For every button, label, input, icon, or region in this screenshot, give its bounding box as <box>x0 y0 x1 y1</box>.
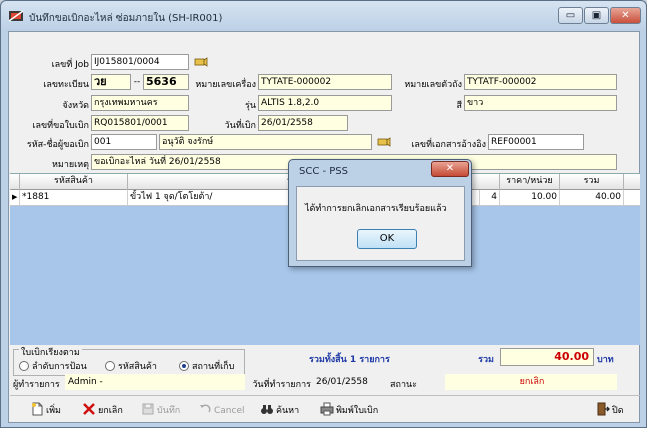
cell-code[interactable]: *1881 <box>20 190 128 205</box>
cell-price[interactable]: 10.00 <box>500 190 560 205</box>
chassis-input[interactable]: TYTATF-000002 <box>464 74 617 90</box>
dialog-body: ได้ทำการยกเลิกเอกสารเรียบร้อยแล้ว OK <box>296 186 465 261</box>
chassis-label: หมายเลขตัวถัง <box>404 80 462 90</box>
binoculars-icon <box>261 405 273 414</box>
search-button[interactable]: ค้นหา <box>260 402 299 418</box>
radio-selected-icon <box>179 361 189 371</box>
engine-label: หมายเลขเครื่อง <box>195 80 256 90</box>
radio-icon <box>105 361 115 371</box>
maximize-button[interactable]: ▣ <box>584 7 609 24</box>
cell-qty[interactable]: 4 <box>480 190 500 205</box>
hand-pointer-icon[interactable] <box>194 56 208 68</box>
cancel-button[interactable]: Cancel <box>198 402 245 418</box>
color-input[interactable]: ขาว <box>464 95 617 111</box>
note-label: หมายเหตุ <box>51 160 89 170</box>
request-date-label: วันที่เบิก <box>224 121 256 131</box>
undo-icon <box>200 404 211 413</box>
col-total[interactable]: รวม <box>560 174 624 190</box>
total-value: 40.00 <box>500 348 594 366</box>
col-price[interactable]: ราคา/หน่วย <box>500 174 560 190</box>
recorder-value: Admin - <box>65 374 245 390</box>
plate-prefix-input[interactable]: วย <box>91 74 131 90</box>
status-badge: ยกเลิก <box>445 374 617 390</box>
printer-icon <box>320 402 334 416</box>
model-label: รุ่น <box>245 101 256 111</box>
item-count: รวมทั้งสิ้น 1 รายการ <box>309 355 390 365</box>
cell-total[interactable]: 40.00 <box>560 190 624 205</box>
ok-button[interactable]: OK <box>357 229 417 249</box>
record-date-value: 26/01/2558 <box>313 374 377 390</box>
new-document-icon <box>32 402 43 416</box>
ref-input[interactable]: REF00001 <box>488 134 584 150</box>
add-button[interactable]: เพิ่ม <box>30 402 61 418</box>
toolbar: เพิ่ม ยกเลิก บันทึก Cancel ค้นหา พิมพ์ใบ… <box>10 395 640 423</box>
dialog-message: ได้ทำการยกเลิกเอกสารเรียบร้อยแล้ว <box>305 204 447 214</box>
engine-input[interactable]: TYTATE-000002 <box>258 74 392 90</box>
currency-label: บาท <box>597 355 614 365</box>
ref-label: เลขที่เอกสารอ้างอิง <box>411 140 486 150</box>
requester-label: รหัส-ชื่อผู้ขอเบิก <box>26 140 89 150</box>
sort-option-code[interactable]: รหัสสินค้า <box>105 359 157 373</box>
record-date-label: วันที่ทำรายการ <box>252 380 311 390</box>
save-icon <box>142 403 154 415</box>
hand-pointer-icon[interactable] <box>377 136 391 148</box>
job-input[interactable]: IJ015801/0004 <box>91 54 189 70</box>
dialog-close-button[interactable]: ✕ <box>431 161 469 177</box>
sort-option-location[interactable]: สถานที่เก็บ <box>179 359 234 373</box>
app-icon <box>8 10 24 22</box>
main-window: บันทึกขอเบิกอะไหล่ ซ่อมภายใน (SH-IR001) … <box>0 0 647 428</box>
job-label: เลขที่ Job <box>51 60 89 70</box>
print-button[interactable]: พิมพ์ใบเบิก <box>320 402 378 418</box>
col-code[interactable]: รหัสสินค้า <box>20 174 128 190</box>
grid-header-indicator <box>10 174 20 190</box>
sort-option-entry[interactable]: ลำดับการป้อน <box>19 359 87 373</box>
province-input[interactable]: กรุงเทพมหานคร <box>91 95 189 111</box>
window-title: บันทึกขอเบิกอะไหล่ ซ่อมภายใน (SH-IR001) <box>29 13 223 24</box>
province-label: จังหวัด <box>62 101 90 111</box>
cancel-document-button[interactable]: ยกเลิก <box>82 402 123 418</box>
minimize-button[interactable]: ▭ <box>558 7 583 24</box>
request-date-input[interactable]: 26/01/2558 <box>258 115 348 131</box>
request-no-input[interactable]: RQ015801/0001 <box>91 115 189 131</box>
message-dialog: SCC - PSS ✕ ได้ทำการยกเลิกเอกสารเรียบร้อ… <box>288 159 472 267</box>
save-button[interactable]: บันทึก <box>141 402 180 418</box>
row-indicator: ▶ <box>10 190 20 205</box>
total-label: รวม <box>478 355 494 365</box>
exit-door-icon <box>597 402 610 416</box>
requester-code-input[interactable]: 001 <box>91 134 157 150</box>
radio-icon <box>19 361 29 371</box>
plate-number-input[interactable]: 5636 <box>143 74 189 90</box>
plate-label: เลขทะเบียน <box>43 80 89 90</box>
recorder-label: ผู้ทำรายการ <box>13 380 60 390</box>
request-no-label: เลขที่ขอใบเบิก <box>32 121 89 131</box>
window-close-button[interactable]: ✕ <box>610 7 641 24</box>
status-label: สถานะ <box>390 380 417 390</box>
requester-name-input[interactable]: อนุวัติ จงรักษ์ <box>159 134 372 150</box>
close-button[interactable]: ปิด <box>596 402 624 418</box>
model-input[interactable]: ALTIS 1.8,2.0 <box>258 95 392 111</box>
color-label: สี <box>456 101 463 111</box>
sort-title: ใบเบิกเรียงตาม <box>19 345 82 359</box>
red-x-icon <box>83 403 95 415</box>
plate-separator: -- <box>133 77 141 87</box>
dialog-title: SCC - PSS <box>299 166 349 177</box>
title-bar[interactable]: บันทึกขอเบิกอะไหล่ ซ่อมภายใน (SH-IR001) … <box>1 1 646 31</box>
